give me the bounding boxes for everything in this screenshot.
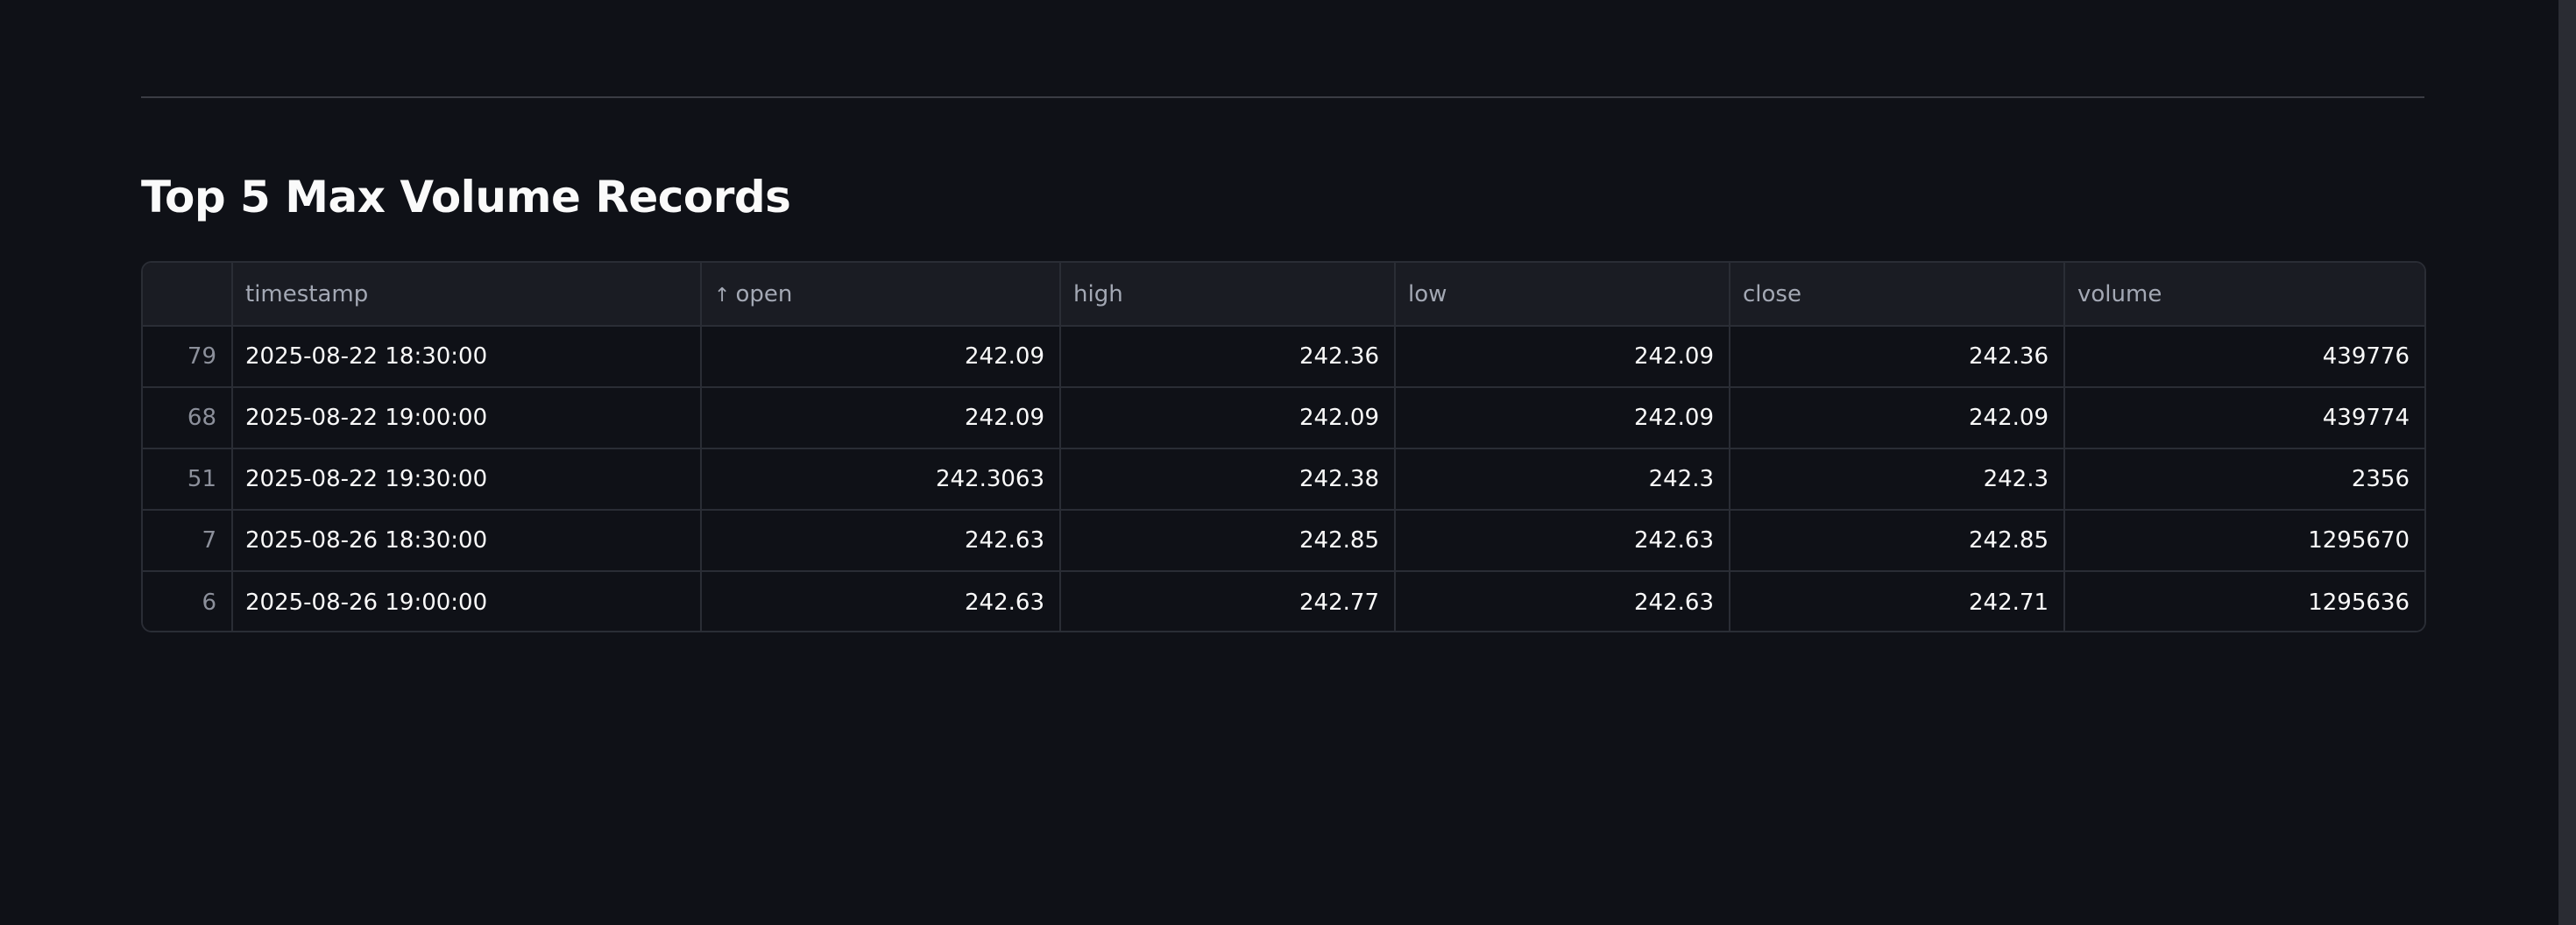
column-header-close[interactable]: close	[1730, 263, 2065, 327]
close-cell[interactable]: 242.85	[1730, 510, 2065, 572]
close-cell[interactable]: 242.09	[1730, 387, 2065, 449]
close-cell[interactable]: 242.3	[1730, 448, 2065, 511]
column-header-high[interactable]: high	[1060, 263, 1396, 327]
low-cell[interactable]: 242.63	[1395, 571, 1730, 631]
close-cell[interactable]: 242.36	[1730, 326, 2065, 388]
open-cell[interactable]: 242.09	[701, 326, 1061, 388]
high-cell[interactable]: 242.09	[1060, 387, 1396, 449]
close-cell[interactable]: 242.71	[1730, 571, 2065, 631]
table-row: 6 2025-08-26 19:00:00 242.63 242.77 242.…	[143, 571, 2424, 631]
row-index-cell[interactable]: 7	[143, 510, 233, 572]
high-cell[interactable]: 242.36	[1060, 326, 1396, 388]
page-title: Top 5 Max Volume Records	[141, 172, 791, 222]
timestamp-cell[interactable]: 2025-08-22 19:30:00	[232, 448, 702, 511]
volume-cell[interactable]: 439774	[2064, 387, 2424, 449]
low-cell[interactable]: 242.3	[1395, 448, 1730, 511]
volume-cell[interactable]: 1295670	[2064, 510, 2424, 572]
open-cell[interactable]: 242.09	[701, 387, 1061, 449]
low-cell[interactable]: 242.09	[1395, 387, 1730, 449]
timestamp-cell[interactable]: 2025-08-22 19:00:00	[232, 387, 702, 449]
volume-cell[interactable]: 1295636	[2064, 571, 2424, 631]
open-cell[interactable]: 242.3063	[701, 448, 1061, 511]
row-index-cell[interactable]: 6	[143, 571, 233, 631]
high-cell[interactable]: 242.77	[1060, 571, 1396, 631]
low-cell[interactable]: 242.09	[1395, 326, 1730, 388]
section-divider	[141, 96, 2424, 98]
table-header-row: timestamp ↑ open high low close volume	[143, 263, 2424, 327]
data-table[interactable]: timestamp ↑ open high low close volume 79…	[141, 261, 2426, 632]
table-row: 51 2025-08-22 19:30:00 242.3063 242.38 2…	[143, 448, 2424, 511]
row-index-cell[interactable]: 79	[143, 326, 233, 388]
arrow-up-icon: ↑	[714, 284, 731, 307]
row-index-cell[interactable]: 68	[143, 387, 233, 449]
column-header-open[interactable]: ↑ open	[701, 263, 1061, 327]
table-row: 7 2025-08-26 18:30:00 242.63 242.85 242.…	[143, 510, 2424, 572]
open-cell[interactable]: 242.63	[701, 510, 1061, 572]
page-scrollbar[interactable]	[2558, 0, 2576, 925]
open-cell[interactable]: 242.63	[701, 571, 1061, 631]
column-header-volume[interactable]: volume	[2064, 263, 2424, 327]
column-header-low[interactable]: low	[1395, 263, 1730, 327]
column-header-label: open	[735, 280, 793, 307]
low-cell[interactable]: 242.63	[1395, 510, 1730, 572]
volume-cell[interactable]: 2356	[2064, 448, 2424, 511]
table-row: 68 2025-08-22 19:00:00 242.09 242.09 242…	[143, 387, 2424, 449]
table-row: 79 2025-08-22 18:30:00 242.09 242.36 242…	[143, 326, 2424, 388]
column-header-index[interactable]	[143, 263, 233, 327]
high-cell[interactable]: 242.85	[1060, 510, 1396, 572]
timestamp-cell[interactable]: 2025-08-26 18:30:00	[232, 510, 702, 572]
row-index-cell[interactable]: 51	[143, 448, 233, 511]
column-header-timestamp[interactable]: timestamp	[232, 263, 702, 327]
volume-cell[interactable]: 439776	[2064, 326, 2424, 388]
high-cell[interactable]: 242.38	[1060, 448, 1396, 511]
timestamp-cell[interactable]: 2025-08-22 18:30:00	[232, 326, 702, 388]
timestamp-cell[interactable]: 2025-08-26 19:00:00	[232, 571, 702, 631]
app-page: Top 5 Max Volume Records timestamp ↑ open…	[0, 0, 2576, 925]
scrollbar-thumb[interactable]	[2558, 0, 2576, 925]
